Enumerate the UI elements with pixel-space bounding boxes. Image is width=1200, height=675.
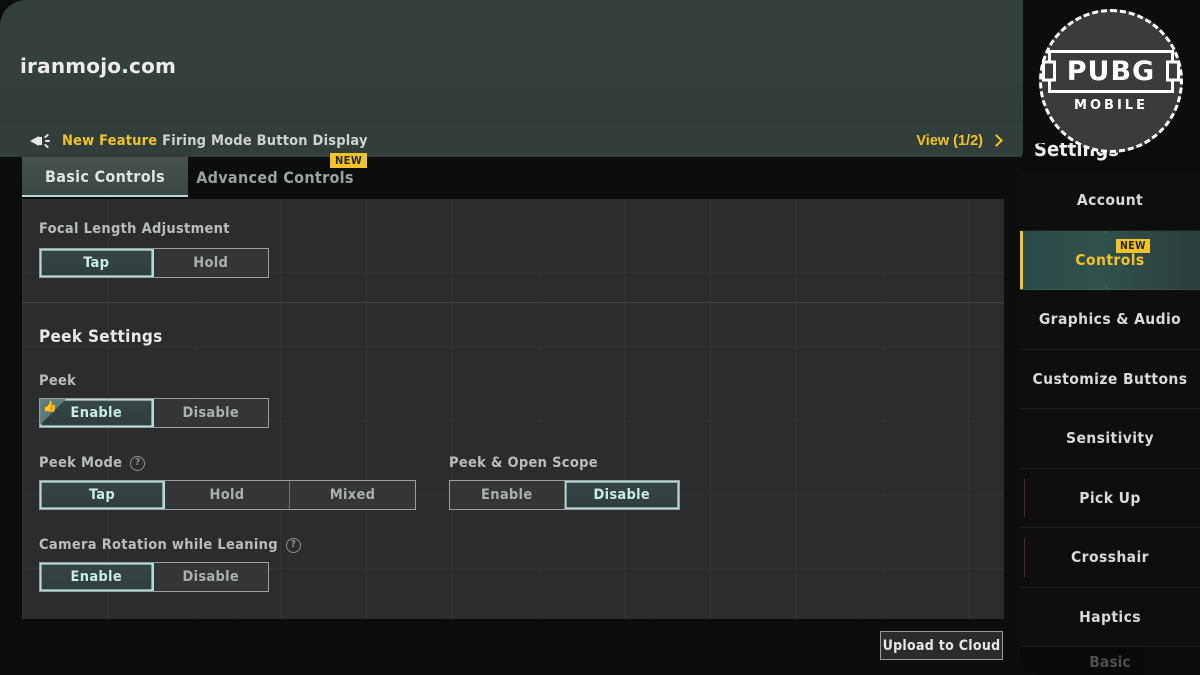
- peek-label: Peek: [39, 373, 77, 389]
- site-watermark: iranmojo.com: [20, 54, 177, 78]
- sidebar-item-crosshair[interactable]: Crosshair: [1020, 528, 1200, 588]
- upload-to-cloud-label: Upload to Cloud: [882, 637, 1001, 654]
- option-peek-mode-tap[interactable]: Tap: [40, 481, 165, 509]
- section-divider: [22, 302, 1004, 303]
- segmented-focal-length[interactable]: Tap Hold: [39, 248, 269, 278]
- sidebar-controls-new-badge: NEW: [1116, 238, 1150, 253]
- sidebar-item-controls-label: Controls: [1075, 250, 1145, 269]
- row-label-peek-mode: Peek Mode ?: [39, 455, 146, 471]
- sidebar-item-sensitivity[interactable]: Sensitivity: [1020, 409, 1200, 469]
- row-label-peek: Peek: [39, 373, 76, 389]
- option-peek-enable-label: Enable: [70, 405, 122, 421]
- sidebar-item-account-label: Account: [1076, 191, 1144, 210]
- option-peek-enable[interactable]: 👍 Enable: [40, 399, 154, 427]
- peek-open-scope-label: Peek & Open Scope: [449, 455, 598, 471]
- sidebar-item-customize-buttons[interactable]: Customize Buttons: [1020, 349, 1200, 409]
- option-peek-mode-tap-label: Tap: [88, 487, 116, 503]
- group-title-peek-settings: Peek Settings: [39, 327, 163, 347]
- sidebar-item-pick-up-label: Pick Up: [1079, 488, 1141, 507]
- sidebar-item-pick-up[interactable]: Pick Up: [1020, 468, 1200, 528]
- sidebar-item-sensitivity-label: Sensitivity: [1066, 429, 1154, 448]
- peek-mode-label: Peek Mode: [39, 455, 123, 471]
- sidebar-item-graphics-audio-label: Graphics & Audio: [1038, 310, 1182, 329]
- logo-frame: PUBG: [1047, 49, 1175, 93]
- segmented-camera-rotation[interactable]: Enable Disable: [39, 562, 269, 592]
- tab-basic-controls-label: Basic Controls: [45, 166, 165, 186]
- tab-bar: Basic Controls Advanced Controls: [0, 157, 1023, 197]
- option-peek-disable[interactable]: Disable: [154, 399, 269, 427]
- tab-advanced-new-badge: NEW: [330, 153, 368, 168]
- option-peek-disable-label: Disable: [182, 405, 240, 421]
- sidebar-item-customize-buttons-label: Customize Buttons: [1032, 369, 1188, 388]
- sidebar-item-haptics-label: Haptics: [1079, 607, 1141, 626]
- tab-basic-controls[interactable]: Basic Controls: [22, 157, 188, 197]
- option-focal-tap-label: Tap: [83, 255, 110, 271]
- speaker-icon: [30, 132, 52, 150]
- help-icon-peek-mode[interactable]: ?: [130, 455, 146, 471]
- segmented-peek-mode[interactable]: Tap Hold Mixed: [39, 480, 416, 510]
- row-label-focal-length: Focal Length Adjustment: [39, 221, 230, 237]
- segmented-peek[interactable]: 👍 Enable Disable: [39, 398, 269, 428]
- announcement-body: Firing Mode Button Display: [162, 133, 368, 149]
- option-peek-mode-hold[interactable]: Hold: [165, 481, 290, 509]
- chevron-right-icon: [990, 134, 1003, 147]
- option-scope-disable[interactable]: Disable: [564, 481, 679, 509]
- upload-to-cloud-button[interactable]: Upload to Cloud: [880, 631, 1003, 660]
- sidebar-item-account[interactable]: Account: [1020, 171, 1200, 231]
- option-camera-enable[interactable]: Enable: [40, 563, 154, 591]
- logo-sub-text: MOBILE: [1074, 97, 1148, 113]
- option-scope-enable-label: Enable: [481, 487, 533, 503]
- settings-content-panel: Focal Length Adjustment Tap Hold Peek Se…: [22, 199, 1004, 619]
- announcement-bar[interactable]: New Feature Firing Mode Button Display V…: [0, 125, 1023, 157]
- header-backdrop: iranmojo.com: [0, 0, 1023, 125]
- announcement-view-label: View (1/2): [916, 133, 983, 149]
- option-scope-disable-label: Disable: [593, 487, 651, 503]
- announcement-view-link[interactable]: View (1/2): [916, 133, 1003, 149]
- help-icon-camera-rotation[interactable]: ?: [285, 537, 301, 553]
- segmented-peek-open-scope[interactable]: Enable Disable: [449, 480, 680, 510]
- sidebar-item-crosshair-label: Crosshair: [1071, 548, 1149, 567]
- row-label-camera-rotation: Camera Rotation while Leaning ?: [39, 537, 301, 553]
- camera-rotation-label: Camera Rotation while Leaning: [39, 537, 278, 553]
- focal-length-label: Focal Length Adjustment: [39, 221, 230, 237]
- row-label-peek-open-scope: Peek & Open Scope: [449, 455, 598, 471]
- option-focal-hold-label: Hold: [193, 255, 229, 271]
- option-peek-mode-mixed[interactable]: Mixed: [290, 481, 415, 509]
- option-peek-mode-hold-label: Hold: [209, 487, 245, 503]
- sidebar-item-graphics-audio[interactable]: Graphics & Audio: [1020, 290, 1200, 350]
- option-peek-mode-mixed-label: Mixed: [329, 487, 376, 503]
- option-camera-enable-label: Enable: [70, 569, 122, 585]
- recommended-thumbs-up-icon: 👍: [40, 399, 70, 427]
- bottom-bar-backdrop: [0, 619, 1023, 675]
- announcement-text: New Feature Firing Mode Button Display: [62, 133, 368, 149]
- settings-sidebar: Settings Account NEW Controls Graphics &…: [1020, 143, 1200, 675]
- option-scope-enable[interactable]: Enable: [450, 481, 565, 509]
- pubg-mobile-logo: PUBG MOBILE: [1039, 9, 1183, 153]
- option-focal-hold[interactable]: Hold: [154, 249, 269, 277]
- game-settings-screen: iranmojo.com New Feature Firing Mode But…: [0, 0, 1200, 675]
- new-feature-tag: New Feature: [62, 133, 158, 149]
- option-focal-tap[interactable]: Tap: [40, 249, 154, 277]
- tab-advanced-controls-label: Advanced Controls: [196, 167, 354, 187]
- sidebar-item-partial[interactable]: Basic: [1020, 647, 1200, 675]
- option-camera-disable[interactable]: Disable: [154, 563, 269, 591]
- option-camera-disable-label: Disable: [182, 569, 240, 585]
- sidebar-item-controls[interactable]: NEW Controls: [1020, 230, 1200, 290]
- logo-brand-text: PUBG: [1066, 55, 1156, 87]
- sidebar-item-haptics[interactable]: Haptics: [1020, 587, 1200, 647]
